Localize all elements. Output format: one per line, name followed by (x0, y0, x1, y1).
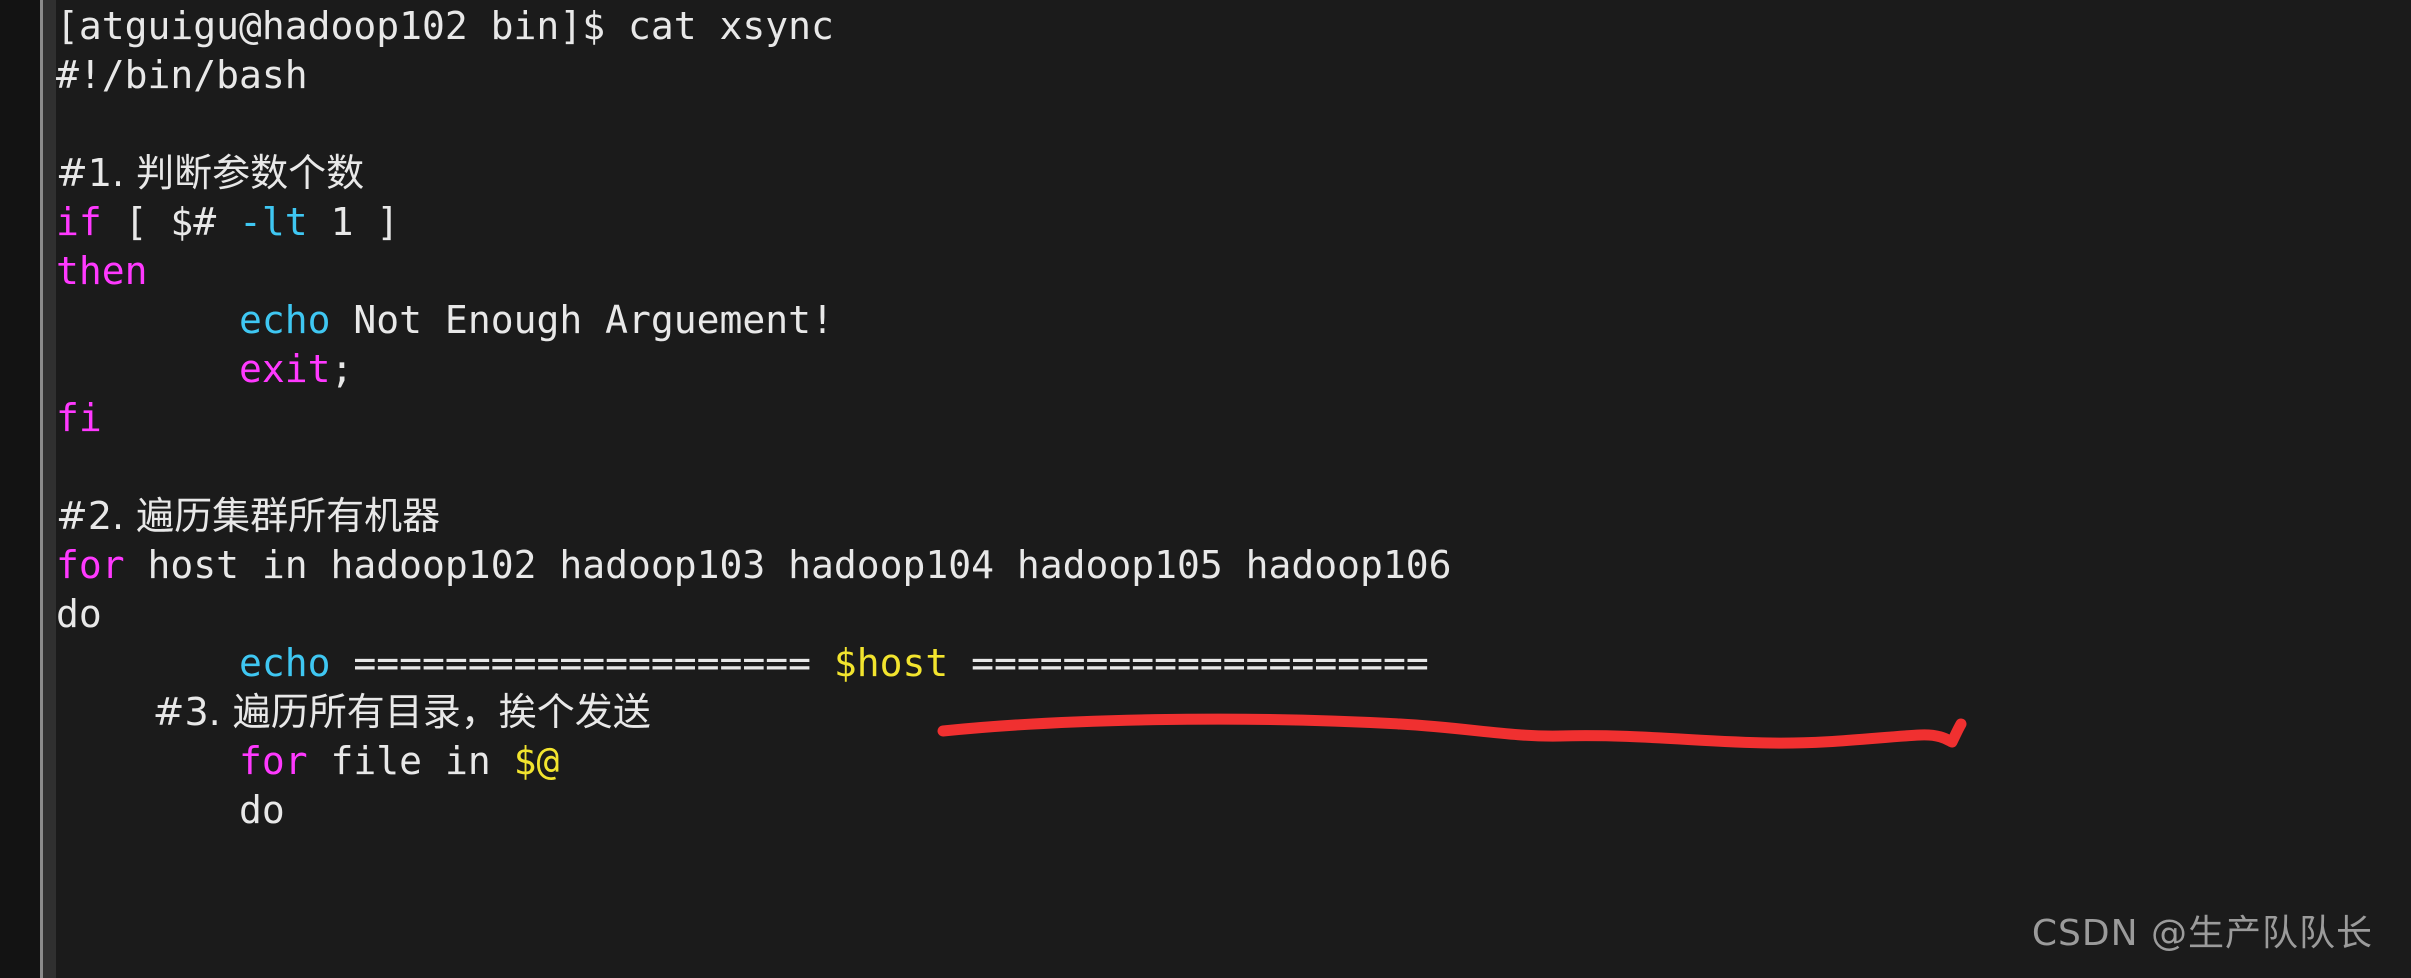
terminal-text-segment: echo (239, 641, 331, 685)
terminal-text-segment: #3. 遍历所有目录，挨个发送 (56, 690, 651, 734)
terminal-text-segment: $host (833, 641, 949, 685)
terminal-text-segment: $@ (513, 739, 560, 783)
terminal-line: then (56, 247, 2411, 296)
terminal-line: fi (56, 394, 2411, 443)
terminal-text-segment: [ $# (101, 200, 240, 244)
terminal-line: echo ==================== $host ========… (56, 639, 2411, 688)
terminal-text-segment: for (56, 543, 125, 587)
terminal-line: for file in $@ (56, 737, 2411, 786)
terminal-text-segment: #1. 判断参数个数 (56, 151, 365, 195)
terminal-text-area[interactable]: [atguigu@hadoop102 bin]$ cat xsync #!/bin… (56, 0, 2411, 978)
terminal-text-segment: if (56, 200, 102, 244)
terminal-line: echo Not Enough Arguement! (56, 296, 2411, 345)
terminal-text-segment: ; (330, 347, 354, 391)
terminal-text-segment: #!/bin/bash (56, 53, 308, 97)
terminal-line: #2. 遍历集群所有机器 (56, 492, 2411, 541)
terminal-text-segment: ==================== (330, 641, 834, 685)
terminal-left-gutter (0, 0, 40, 978)
terminal-line: do (56, 786, 2411, 835)
terminal-text-segment: #2. 遍历集群所有机器 (56, 494, 441, 538)
terminal-line: #3. 遍历所有目录，挨个发送 (56, 688, 2411, 737)
terminal-line: #!/bin/bash (56, 51, 2411, 100)
terminal-text-segment: Not Enough Arguement! (330, 298, 834, 342)
terminal-text-segment: file in (307, 739, 514, 783)
terminal-line: #1. 判断参数个数 (56, 149, 2411, 198)
terminal-text-segment: then (56, 249, 148, 293)
terminal-text-segment: -lt (239, 200, 308, 244)
terminal-text-segment: do (56, 788, 285, 832)
terminal-text-segment: echo (239, 298, 331, 342)
terminal-text-segment: ==================== (948, 641, 1429, 685)
terminal-text-segment: fi (56, 396, 102, 440)
terminal-text-segment: host in hadoop102 hadoop103 hadoop104 ha… (124, 543, 1452, 587)
terminal-line: for host in hadoop102 hadoop103 hadoop10… (56, 541, 2411, 590)
terminal-text-segment: for (239, 739, 308, 783)
terminal-text-segment: exit (239, 347, 331, 391)
terminal-line: exit; (56, 345, 2411, 394)
terminal-text-segment: do (56, 592, 102, 636)
csdn-watermark: CSDN @生产队队长 (2031, 913, 2373, 954)
terminal-line: if [ $# -lt 1 ] (56, 198, 2411, 247)
terminal-line: do (56, 590, 2411, 639)
terminal-window: [atguigu@hadoop102 bin]$ cat xsync #!/bin… (0, 0, 2411, 978)
terminal-text-segment: [atguigu@hadoop102 bin]$ cat xsync (56, 4, 834, 48)
terminal-text-segment: 1 ] (307, 200, 400, 244)
terminal-gutter-shadow (43, 0, 56, 978)
terminal-line: [atguigu@hadoop102 bin]$ cat xsync (56, 2, 2411, 51)
